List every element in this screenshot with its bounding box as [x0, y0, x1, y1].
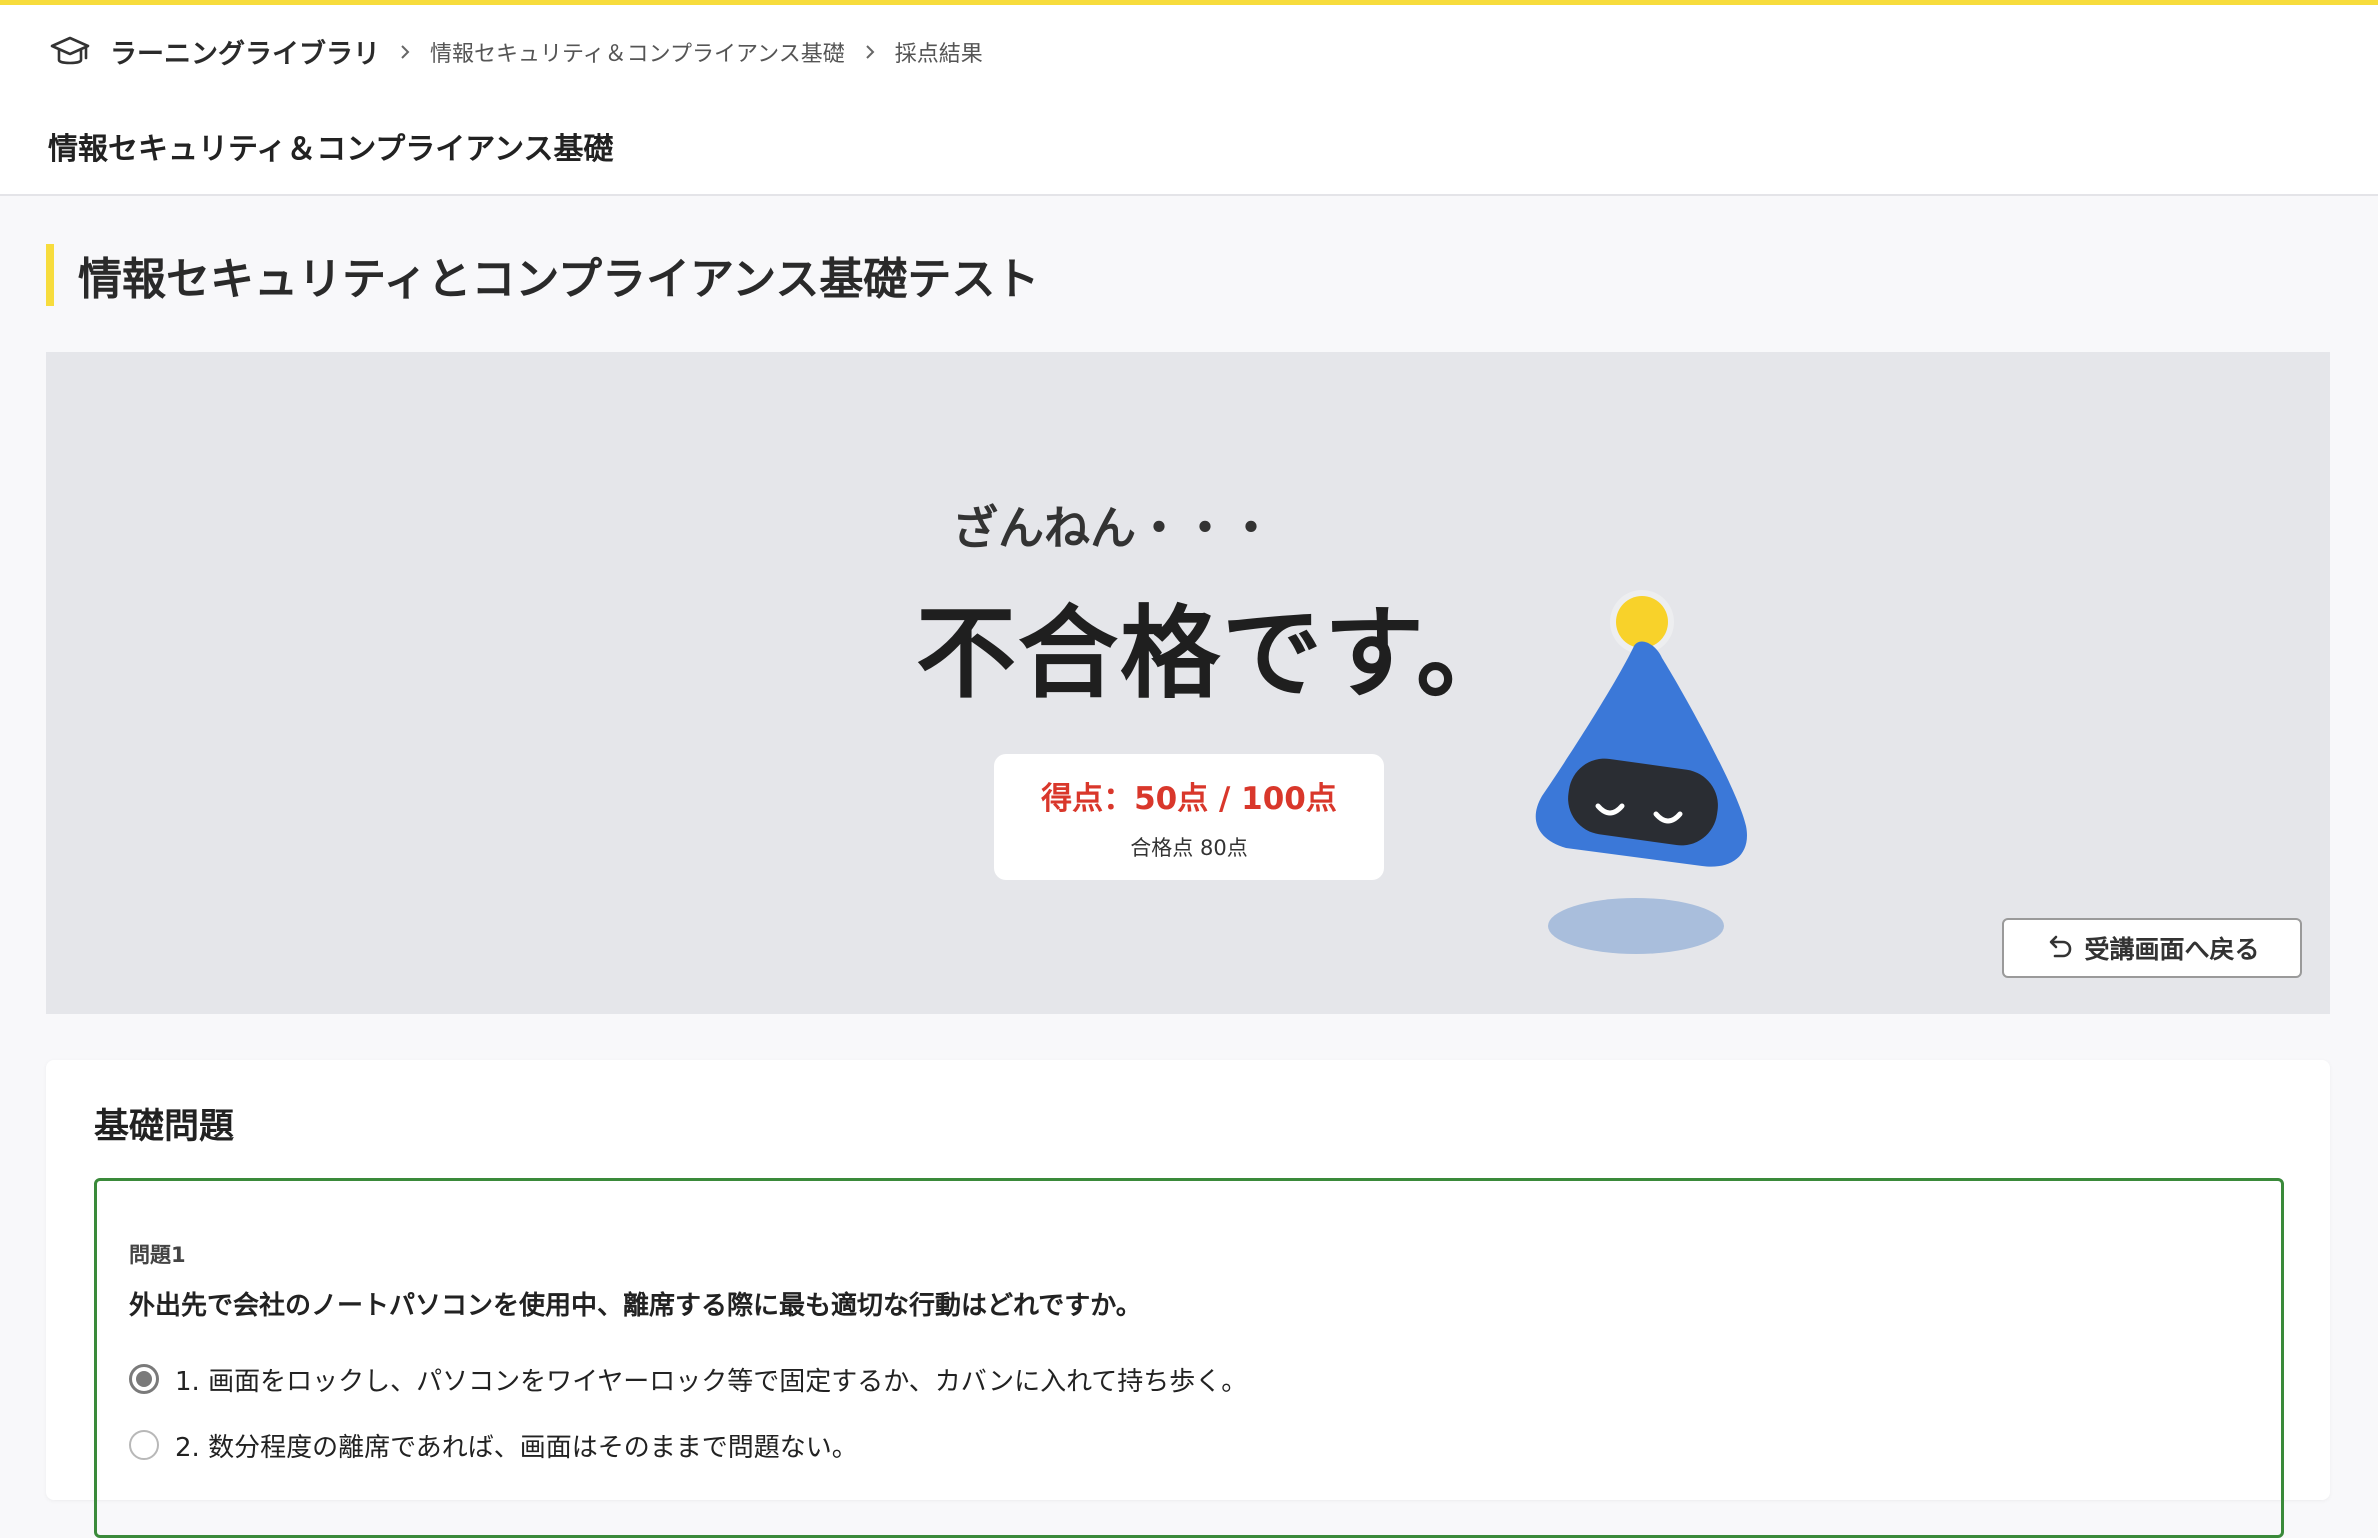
page-title-text: 情報セキュリティとコンプライアンス基礎テスト: [78, 254, 1040, 305]
option-label: 2. 数分程度の離席であれば、画面はそのままで問題ない。: [175, 1432, 858, 1463]
graduation-cap-icon[interactable]: [48, 30, 92, 74]
question-text: 外出先で会社のノートパソコンを使用中、離席する際に最も適切な行動はどれですか。: [129, 1291, 1142, 1321]
result-main-message: 不合格です。: [916, 595, 1518, 712]
top-navigation-bar: ラーニングライブラリ 情報セキュリティ＆コンプライアンス基礎 採点結果: [0, 0, 2378, 98]
radio-button-selected[interactable]: [129, 1364, 159, 1394]
section-title: 基礎問題: [94, 1107, 235, 1147]
question-card: 問題1 外出先で会社のノートパソコンを使用中、離席する際に最も適切な行動はどれで…: [94, 1178, 2284, 1538]
course-title: 情報セキュリティ＆コンプライアンス基礎: [48, 132, 614, 167]
radio-button[interactable]: [129, 1430, 159, 1460]
pass-line-text: 合格点 80点: [1130, 835, 1248, 860]
option-label: 1. 画面をロックし、パソコンをワイヤーロック等で固定するか、カバンに入れて持ち…: [175, 1366, 1248, 1397]
chevron-right-icon: [396, 43, 414, 61]
breadcrumb-course[interactable]: 情報セキュリティ＆コンプライアンス基礎: [430, 36, 845, 68]
answer-option-1[interactable]: 1. 画面をロックし、パソコンをワイヤーロック等で固定するか、カバンに入れて持ち…: [129, 1361, 1247, 1397]
undo-arrow-icon: [2044, 933, 2074, 963]
chevron-right-icon: [861, 43, 879, 61]
questions-section: 基礎問題 問題1 外出先で会社のノートパソコンを使用中、離席する際に最も適切な行…: [46, 1060, 2330, 1538]
result-sub-message: ざんねん・・・: [952, 501, 1274, 555]
page-title: 情報セキュリティとコンプライアンス基礎テスト: [46, 244, 1039, 306]
breadcrumb-current: 採点結果: [894, 41, 983, 67]
score-text: 得点：50点 / 100点: [1041, 780, 1337, 817]
course-title-bar: 情報セキュリティ＆コンプライアンス基礎: [0, 98, 2378, 196]
brand-link[interactable]: ラーニングライブラリ: [110, 32, 380, 71]
result-panel: ざんねん・・・ 不合格です。 得点：50点 / 100点 合格点 80点 受講画…: [46, 352, 2330, 1014]
score-card: 得点：50点 / 100点 合格点 80点: [994, 754, 1384, 880]
question-number: 問題1: [129, 1243, 186, 1267]
back-to-course-button[interactable]: 受講画面へ戻る: [2002, 918, 2302, 978]
answer-option-2[interactable]: 2. 数分程度の離席であれば、画面はそのままで問題ない。: [129, 1427, 858, 1463]
back-button-label: 受講画面へ戻る: [2084, 935, 2260, 964]
mascot-robot-illustration: [1535, 590, 1747, 954]
